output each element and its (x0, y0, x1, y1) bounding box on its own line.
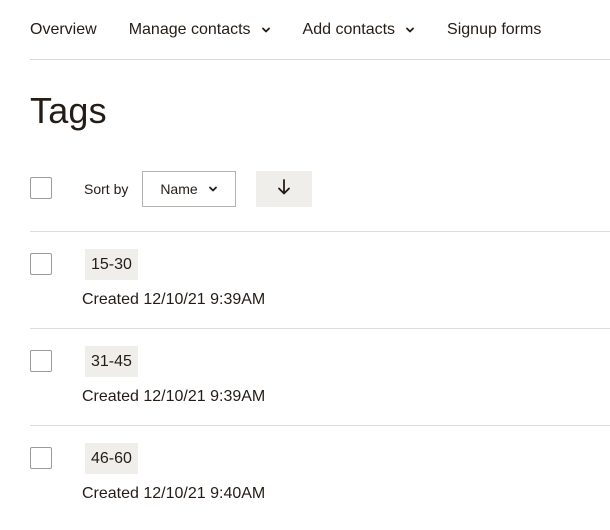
sort-direction-button[interactable] (256, 171, 312, 207)
tag-checkbox[interactable] (30, 350, 52, 372)
nav-overview-label: Overview (30, 20, 97, 38)
nav-manage-contacts-label: Manage contacts (128, 20, 251, 38)
tag-row: 31-45 Created 12/10/21 9:39AM (0, 329, 610, 426)
arrow-down-icon (277, 178, 291, 201)
tag-created-date: Created 12/10/21 9:40AM (82, 485, 266, 502)
nav-manage-contacts[interactable]: Manage contacts (129, 9, 271, 51)
sort-by-label: Sort by (84, 181, 129, 197)
page-title: Tags (30, 90, 107, 131)
select-all-checkbox[interactable] (30, 177, 52, 199)
tag-badge[interactable]: 46-60 (85, 443, 138, 474)
nav-add-contacts-label: Add contacts (302, 20, 396, 38)
tag-badge[interactable]: 15-30 (85, 249, 138, 280)
tag-checkbox[interactable] (30, 447, 52, 469)
chevron-down-icon (208, 184, 218, 194)
chevron-down-icon (261, 25, 271, 35)
nav-signup-forms-label: Signup forms (447, 20, 542, 38)
chevron-down-icon (405, 25, 415, 35)
sort-by-select[interactable]: Name (142, 171, 236, 207)
tag-created-date: Created 12/10/21 9:39AM (82, 388, 266, 405)
sort-by-value: Name (160, 181, 198, 197)
top-nav: Overview Manage contacts Add contacts Si… (30, 0, 610, 60)
tag-checkbox[interactable] (30, 253, 52, 275)
nav-signup-forms[interactable]: Signup forms (447, 9, 541, 51)
nav-add-contacts[interactable]: Add contacts (303, 9, 416, 51)
tag-row: 46-60 Created 12/10/21 9:40AM (0, 426, 610, 523)
tag-row: 15-30 Created 12/10/21 9:39AM (0, 232, 610, 329)
tag-created-date: Created 12/10/21 9:39AM (82, 291, 266, 308)
nav-overview[interactable]: Overview (30, 9, 97, 51)
tag-badge[interactable]: 31-45 (85, 346, 138, 377)
